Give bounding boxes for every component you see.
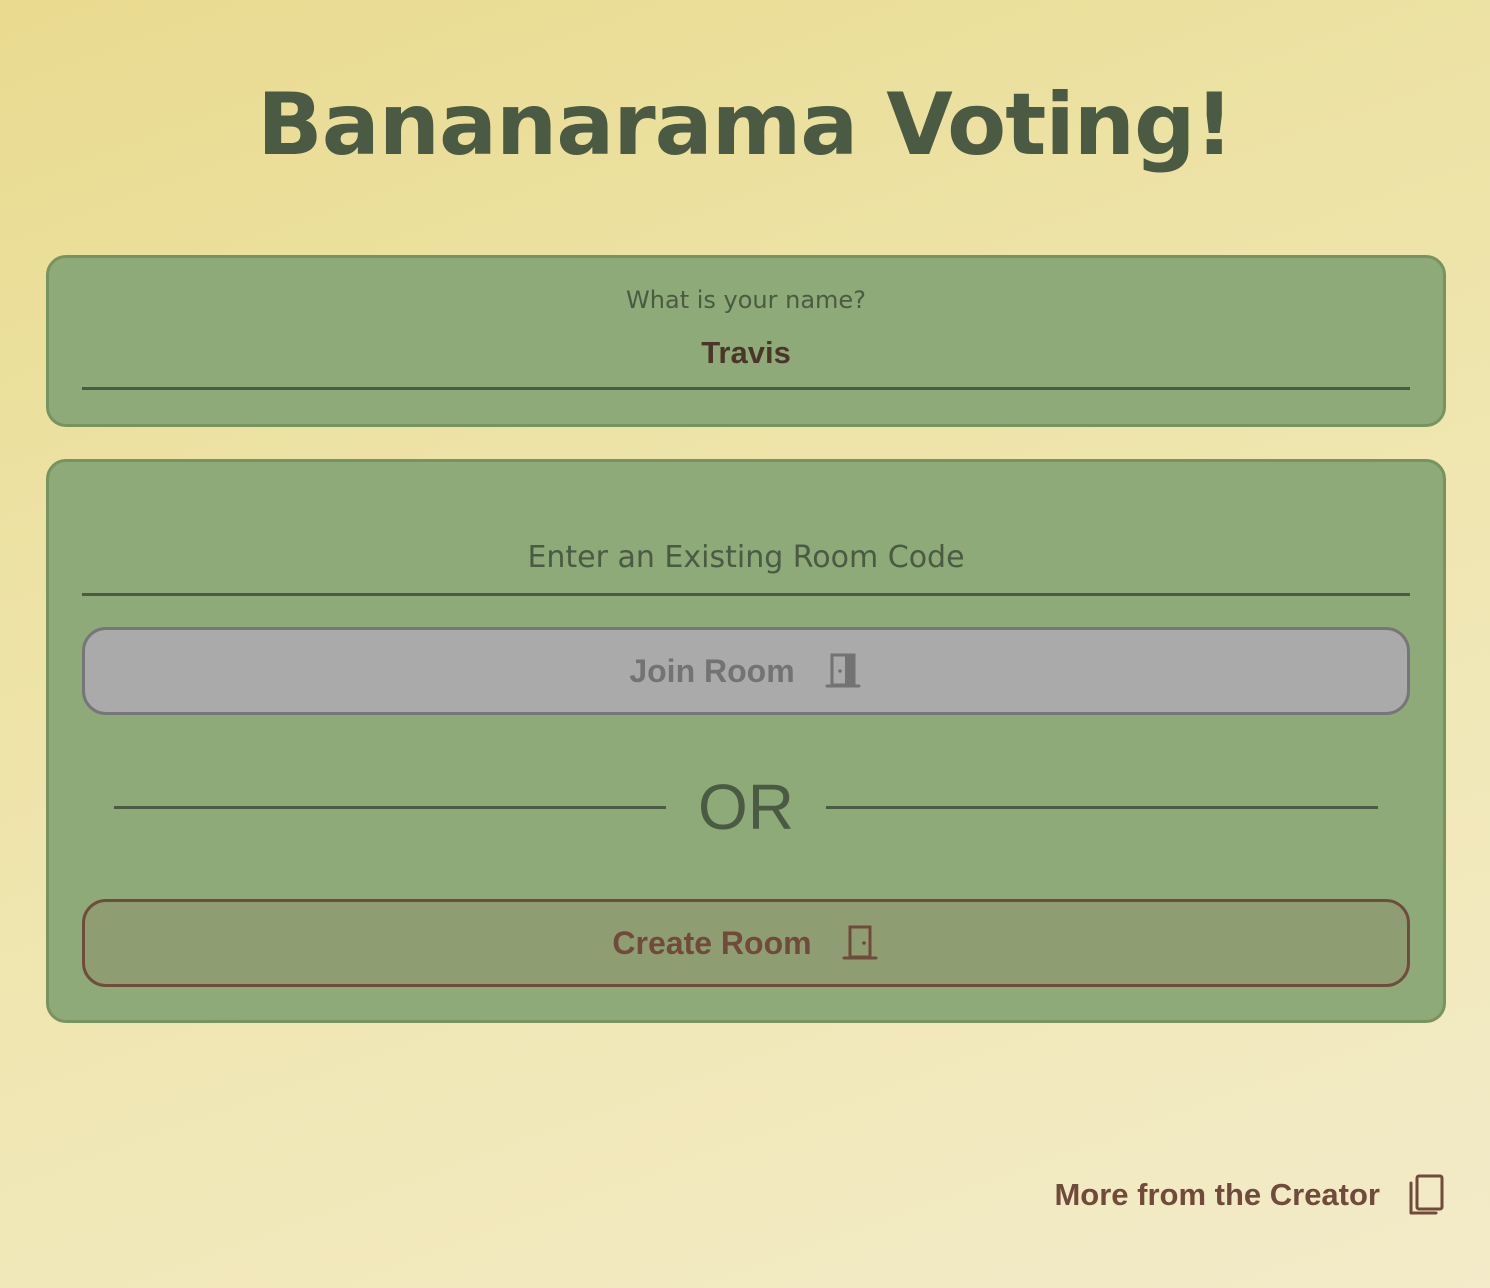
create-room-label: Create Room [612,924,812,961]
room-card: Join Room OR Create Room [46,459,1446,1023]
name-input[interactable] [82,328,1410,390]
door-open-icon [840,923,880,963]
or-divider: OR [114,757,1378,857]
divider-line-right [826,805,1378,809]
door-icon [823,651,863,691]
name-card: What is your name? [46,255,1446,427]
create-room-button[interactable]: Create Room [82,899,1410,987]
copy-icon [1406,1173,1446,1217]
divider-text: OR [698,771,794,843]
more-from-creator-link[interactable]: More from the Creator [1054,1173,1446,1217]
name-label: What is your name? [626,286,866,314]
divider-line-left [114,805,666,809]
join-room-label: Join Room [629,652,795,689]
room-code-input[interactable] [82,530,1410,596]
page-title: Bananarama Voting! [257,75,1234,175]
join-room-button[interactable]: Join Room [82,627,1410,715]
more-from-creator-label: More from the Creator [1054,1177,1380,1212]
